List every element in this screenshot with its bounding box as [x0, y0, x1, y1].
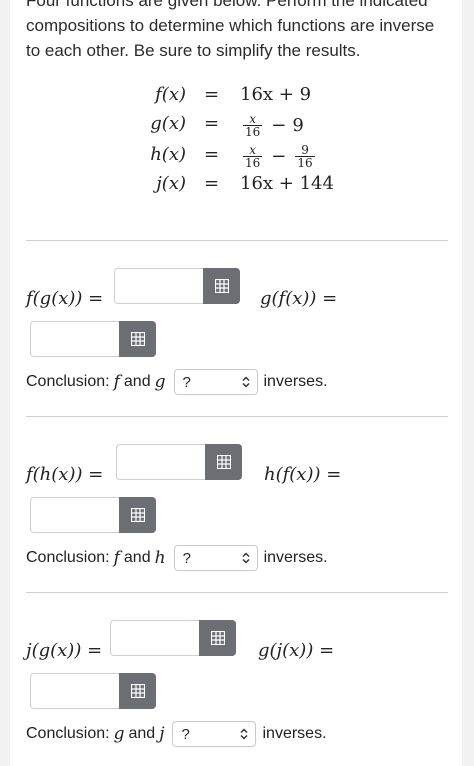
select-value: ? [181, 725, 190, 743]
function-name: j [159, 724, 165, 744]
inverse-select[interactable]: ? [173, 545, 258, 571]
conjunction: and [128, 725, 156, 742]
equation-f: f(x) = 16x + 9 [10, 84, 462, 110]
equation-lhs: j(x) [156, 173, 186, 194]
fraction: 9 16 [295, 143, 315, 170]
function-name: g [113, 724, 125, 744]
keypad-icon [130, 508, 145, 522]
select-value: ? [182, 549, 191, 567]
composition-label-right: g(j(x)) = [258, 640, 335, 661]
fraction-numerator: x [249, 143, 257, 157]
keypad-icon [214, 279, 229, 293]
function-name: h [154, 548, 166, 568]
composition-label-left: j(g(x)) = [26, 640, 103, 661]
equation-g: g(x) = x 16 − 9 [10, 113, 462, 139]
keypad-icon [216, 455, 231, 469]
conclusion-suffix: inverses. [263, 549, 328, 566]
equation-lhs: h(x) [150, 144, 186, 165]
conjunction: and [123, 549, 151, 566]
fraction-numerator: 9 [301, 143, 309, 157]
conjunction: and [123, 373, 151, 390]
answer-field-1 [114, 268, 240, 304]
answer-field-3 [116, 444, 242, 480]
equation-h: h(x) = x 16 − 9 16 [10, 144, 462, 170]
question-card: Four functions are given below. Perform … [10, 0, 462, 766]
answer-input[interactable] [31, 322, 119, 356]
answer-field-2 [30, 321, 156, 357]
minus-sign: − [271, 115, 287, 136]
minus-sign: − [271, 146, 287, 167]
composition-label-left: f(h(x)) = [26, 464, 104, 485]
answer-input[interactable] [111, 621, 199, 655]
equation-rhs: 16x + 144 [240, 173, 334, 194]
fraction-numerator: x [249, 112, 257, 126]
chevron-updown-icon [240, 728, 249, 740]
keypad-button[interactable] [199, 620, 236, 656]
chevron-updown-icon [241, 376, 250, 388]
fraction: x 16 [243, 143, 263, 170]
keypad-icon [130, 684, 145, 698]
equation-rhs: x 16 − 9 [240, 113, 304, 138]
keypad-button[interactable] [203, 268, 240, 304]
keypad-button[interactable] [119, 321, 156, 357]
conclusion-prefix: Conclusion: [26, 373, 110, 390]
fraction-denominator: 16 [295, 156, 315, 170]
conclusion-suffix: inverses. [263, 373, 328, 390]
equation-lhs: f(x) [155, 84, 186, 105]
composition-label-left: f(g(x)) = [26, 288, 104, 309]
conclusion-prefix: Conclusion: [26, 725, 110, 742]
answer-field-5 [110, 620, 236, 656]
function-name: f [113, 372, 120, 392]
answer-field-4 [30, 497, 156, 533]
answer-field-6 [30, 673, 156, 709]
keypad-icon [210, 631, 225, 645]
conclusion-prefix: Conclusion: [26, 549, 110, 566]
equals-sign: = [204, 113, 220, 134]
fraction: x 16 [243, 112, 263, 139]
fraction-denominator: 16 [243, 156, 263, 170]
keypad-button[interactable] [119, 497, 156, 533]
instructions-text: Four functions are given below. Perform … [26, 0, 435, 60]
inverse-select[interactable]: ? [173, 369, 258, 395]
equation-j: j(x) = 16x + 144 [10, 173, 462, 199]
constant-term: 9 [292, 115, 304, 136]
answer-input[interactable] [31, 498, 119, 532]
keypad-icon [130, 332, 145, 346]
conclusion-row-2: Conclusion: f and h ? inverses. [26, 545, 328, 571]
keypad-button[interactable] [119, 673, 156, 709]
function-name: g [154, 372, 166, 392]
function-name: f [113, 548, 120, 568]
answer-input[interactable] [117, 445, 205, 479]
conclusion-row-1: Conclusion: f and g ? inverses. [26, 369, 328, 395]
equation-lhs: g(x) [150, 113, 186, 134]
conclusion-suffix: inverses. [262, 725, 327, 742]
section-divider [26, 416, 448, 417]
answer-input[interactable] [115, 269, 203, 303]
keypad-button[interactable] [205, 444, 242, 480]
composition-label-right: g(f(x)) = [260, 288, 338, 309]
conclusion-row-3: Conclusion: g and j ? inverses. [26, 721, 327, 747]
inverse-select[interactable]: ? [172, 721, 257, 747]
answer-input[interactable] [31, 674, 119, 708]
equals-sign: = [204, 144, 220, 165]
fraction-denominator: 16 [243, 125, 263, 139]
equals-sign: = [204, 84, 220, 105]
equation-rhs: x 16 − 9 16 [240, 144, 318, 169]
chevron-updown-icon [242, 552, 250, 564]
equation-rhs: 16x + 9 [240, 84, 312, 105]
select-value: ? [182, 373, 191, 391]
composition-label-right: h(f(x)) = [264, 464, 342, 485]
section-divider [26, 592, 448, 593]
section-divider [26, 240, 448, 241]
equals-sign: = [204, 173, 220, 194]
